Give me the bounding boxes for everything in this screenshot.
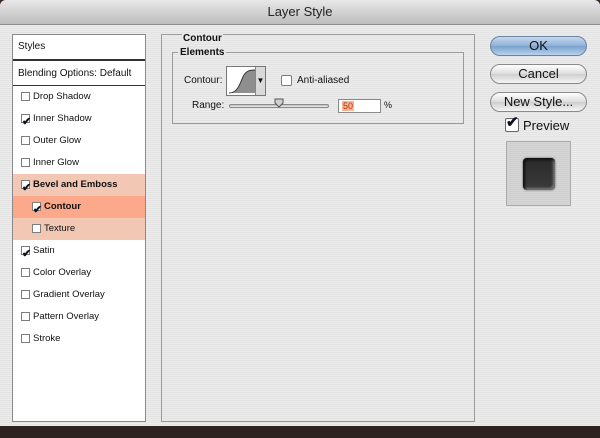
- styles-list: Styles Blending Options: Default Drop Sh…: [12, 34, 146, 422]
- style-item-label: Color Overlay: [33, 267, 92, 278]
- range-input[interactable]: 50: [338, 99, 381, 113]
- style-checkbox[interactable]: ✔: [21, 114, 31, 128]
- style-item-label: Contour: [44, 201, 81, 212]
- range-label: Range:: [192, 100, 225, 111]
- style-item-label: Inner Glow: [33, 157, 79, 168]
- preview-swatch: [523, 158, 555, 190]
- style-item-stroke[interactable]: Stroke: [13, 328, 145, 350]
- elements-group-title: Elements: [178, 47, 227, 58]
- contour-dropdown-arrow-icon[interactable]: ▼: [255, 67, 265, 95]
- anti-aliased-label: Anti-aliased: [297, 75, 350, 86]
- style-item-label: Pattern Overlay: [33, 311, 99, 322]
- ok-button[interactable]: OK: [490, 36, 587, 56]
- anti-aliased-checkbox[interactable]: [281, 75, 292, 86]
- style-checkbox[interactable]: [21, 136, 30, 145]
- style-item-label: Stroke: [33, 333, 61, 344]
- style-item-label: Texture: [44, 223, 76, 234]
- preview-check-icon: ✔: [506, 114, 519, 131]
- background-strip: [0, 426, 600, 438]
- range-unit: %: [384, 100, 393, 110]
- range-slider-thumb[interactable]: [274, 98, 284, 108]
- style-checkbox[interactable]: [21, 334, 30, 343]
- new-style-button[interactable]: New Style...: [490, 92, 587, 112]
- style-checkbox[interactable]: ✔: [21, 180, 31, 194]
- style-checkbox[interactable]: [21, 92, 30, 101]
- style-item-gradient-overlay[interactable]: Gradient Overlay: [13, 284, 145, 306]
- style-checkbox[interactable]: [32, 224, 41, 233]
- style-item-label: Satin: [33, 245, 55, 256]
- layer-style-dialog: Layer Style Styles Blending Options: Def…: [0, 0, 600, 438]
- contour-group-title: Contour: [182, 33, 223, 44]
- style-item-label: Bevel and Emboss: [33, 179, 118, 190]
- elements-group: [172, 52, 464, 124]
- style-item-pattern-overlay[interactable]: Pattern Overlay: [13, 306, 145, 328]
- style-item-label: Drop Shadow: [33, 91, 91, 102]
- style-checkbox[interactable]: ✔: [32, 202, 42, 216]
- style-checkbox[interactable]: [21, 312, 30, 321]
- contour-label: Contour:: [184, 75, 223, 86]
- style-items: Drop Shadow ✔ Inner Shadow Outer Glow Inner …: [13, 86, 145, 350]
- style-checkbox[interactable]: [21, 290, 30, 299]
- style-checkbox[interactable]: [21, 268, 30, 277]
- style-item-inner-shadow[interactable]: ✔ Inner Shadow: [13, 108, 145, 130]
- style-item-drop-shadow[interactable]: Drop Shadow: [13, 86, 145, 108]
- contour-curve-icon: [228, 69, 256, 94]
- preview-label: Preview: [523, 118, 570, 133]
- style-item-bevel-and-emboss[interactable]: ✔ Bevel and Emboss: [13, 174, 145, 196]
- style-item-color-overlay[interactable]: Color Overlay: [13, 262, 145, 284]
- range-value: 50: [342, 101, 355, 111]
- style-preview: [506, 141, 571, 206]
- contour-picker[interactable]: ▼: [226, 66, 266, 96]
- style-item-label: Gradient Overlay: [33, 289, 105, 300]
- styles-header[interactable]: Styles: [13, 35, 145, 61]
- style-item-label: Inner Shadow: [33, 113, 92, 124]
- window-title: Layer Style: [0, 0, 600, 25]
- style-item-label: Outer Glow: [33, 135, 82, 146]
- blending-options-item[interactable]: Blending Options: Default: [13, 63, 145, 86]
- style-item-inner-glow[interactable]: Inner Glow: [13, 152, 145, 174]
- style-item-outer-glow[interactable]: Outer Glow: [13, 130, 145, 152]
- style-checkbox[interactable]: [21, 158, 30, 167]
- style-checkbox[interactable]: ✔: [21, 246, 31, 260]
- cancel-button[interactable]: Cancel: [490, 64, 587, 84]
- style-item-texture[interactable]: Texture: [13, 218, 145, 240]
- style-item-contour[interactable]: ✔ Contour: [13, 196, 145, 218]
- style-item-satin[interactable]: ✔ Satin: [13, 240, 145, 262]
